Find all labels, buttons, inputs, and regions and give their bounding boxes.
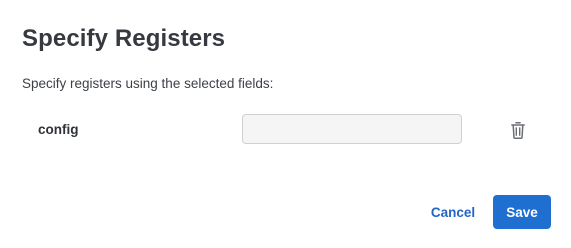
save-button[interactable]: Save: [493, 195, 551, 229]
specify-registers-dialog: Specify Registers Specify registers usin…: [0, 0, 571, 248]
config-register-input[interactable]: [242, 114, 462, 144]
dialog-title: Specify Registers: [22, 25, 226, 52]
trash-icon: [511, 121, 525, 139]
dialog-description: Specify registers using the selected fie…: [22, 76, 274, 91]
register-field-row: config: [0, 112, 571, 148]
dialog-footer: Cancel Save: [0, 195, 571, 229]
field-label-config: config: [38, 122, 79, 137]
cancel-button[interactable]: Cancel: [422, 195, 484, 229]
delete-field-button[interactable]: [507, 118, 529, 142]
